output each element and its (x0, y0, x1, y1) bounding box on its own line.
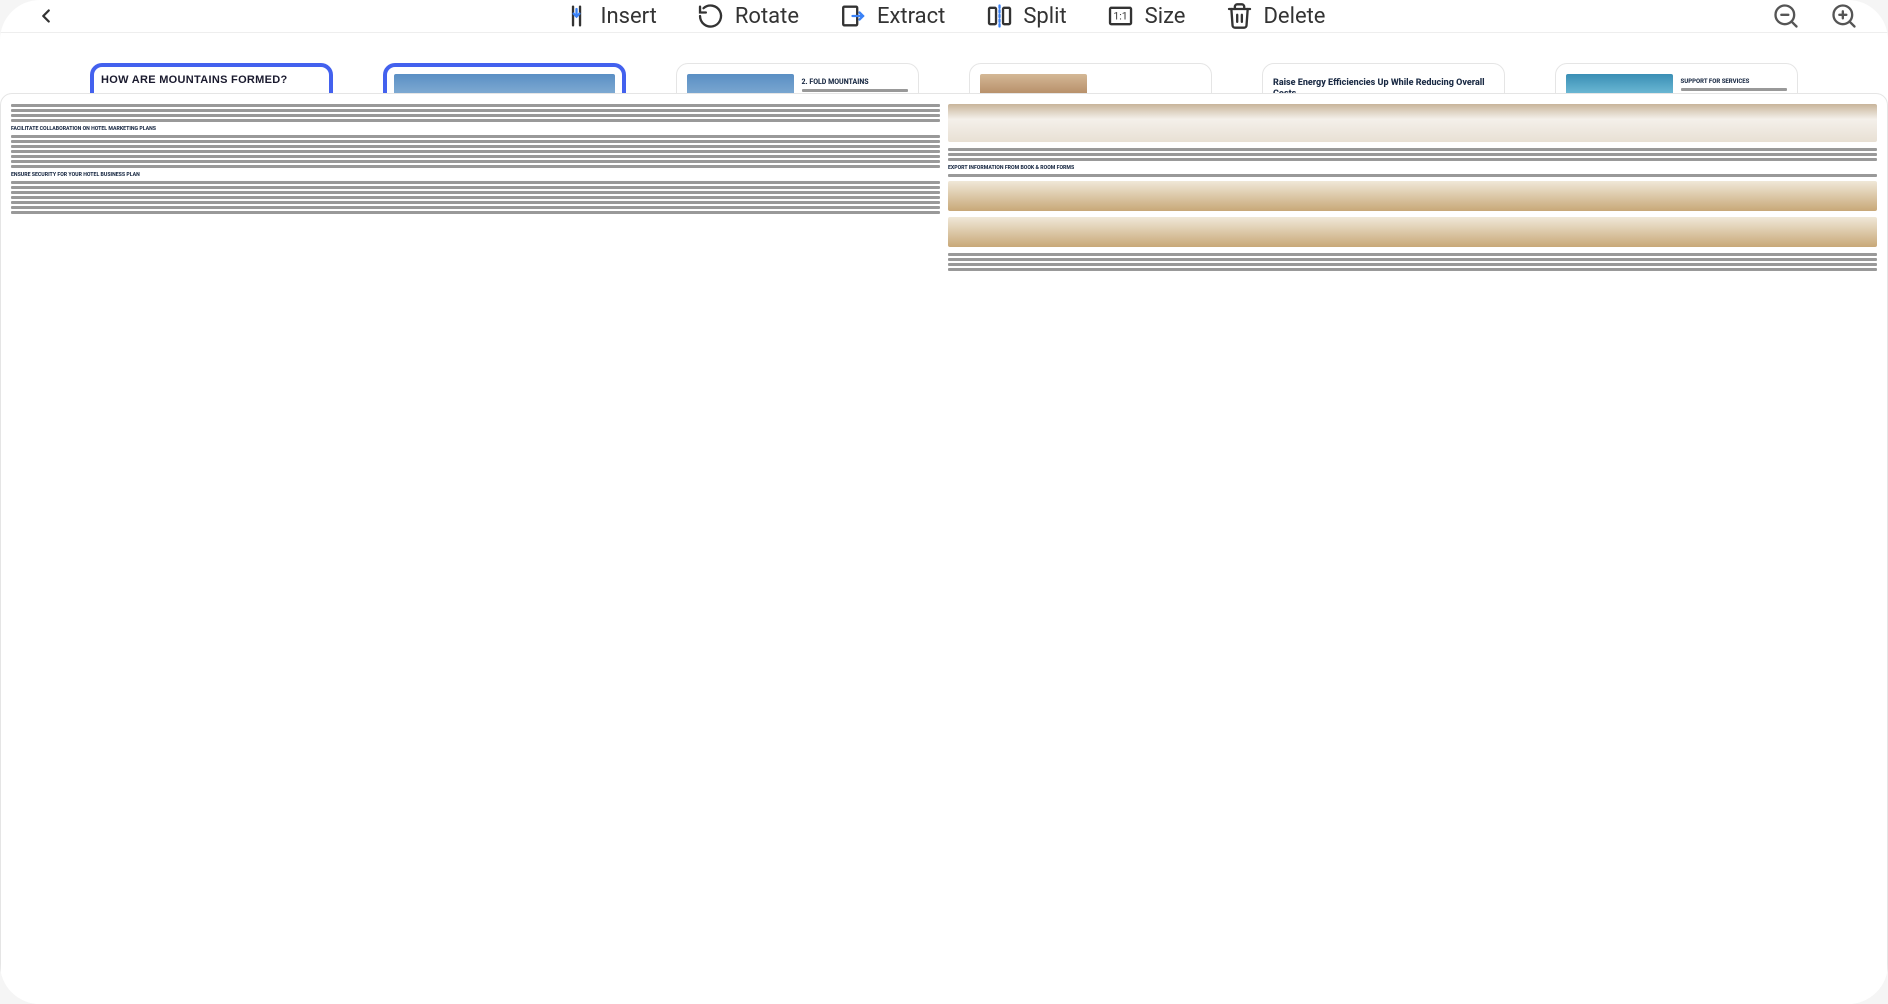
page-thumbnail-1[interactable]: HOW ARE MOUNTAINS FORMED? (90, 63, 333, 93)
page-cell: 2. FOLD MOUNTAINS 3. BLOCK MOUNTAINS (676, 63, 919, 93)
thumb-image (1566, 74, 1673, 93)
thumb-image (948, 104, 1877, 142)
thumb-heading: ENSURE SECURITY FOR YOUR HOTEL BUSINESS … (11, 172, 940, 178)
rotate-button[interactable]: Rotate (697, 2, 799, 30)
page-thumbnail-4[interactable]: 4. UPLIFTED PASSIVE MARGINS 5. RESIDUAL … (969, 63, 1212, 93)
toolbar-actions: Insert Rotate Extract Split 1:1 Size Del… (563, 2, 1326, 30)
delete-label: Delete (1263, 4, 1325, 29)
insert-label: Insert (601, 4, 657, 29)
pdf-page-manager: Insert Rotate Extract Split 1:1 Size Del… (0, 0, 1888, 1004)
size-button[interactable]: 1:1 Size (1107, 2, 1186, 30)
page-grid: HOW ARE MOUNTAINS FORMED? 1 TYPE OF M (0, 33, 1888, 93)
svg-text:1:1: 1:1 (1113, 10, 1127, 23)
page-cell: 4. UPLIFTED PASSIVE MARGINS 5. RESIDUAL … (969, 63, 1212, 93)
page-thumbnail-6[interactable]: SUPPORT FOR SERVICES CLEAR STATEMENTS RE… (1555, 63, 1798, 93)
back-button[interactable] (30, 0, 62, 32)
thumb-image (948, 217, 1877, 247)
split-button[interactable]: Split (985, 2, 1066, 30)
extract-icon (839, 2, 867, 30)
thumb-image (687, 74, 794, 93)
page-thumbnail-2[interactable]: TYPE OF MOUNTAINS AND HOW ARE THEY FORME… (383, 63, 626, 93)
thumb-heading: SUPPORT FOR SERVICES (1681, 78, 1788, 85)
page-cell: SUPPORT FOR SERVICES CLEAR STATEMENTS RE… (1555, 63, 1798, 93)
rotate-icon (697, 2, 725, 30)
rotate-label: Rotate (735, 4, 799, 29)
zoom-controls (1772, 2, 1858, 30)
thumb-title: HOW ARE MOUNTAINS FORMED? (101, 74, 322, 87)
zoom-out-button[interactable] (1772, 2, 1800, 30)
trash-icon (1225, 2, 1253, 30)
zoom-out-icon (1772, 2, 1800, 30)
chevron-left-icon (35, 5, 57, 27)
page-thumbnail-5[interactable]: Raise Energy Efficiencies Up While Reduc… (1262, 63, 1505, 93)
insert-icon (563, 2, 591, 30)
thumb-heading: FACILITATE COLLABORATION ON HOTEL MARKET… (11, 126, 940, 132)
insert-button[interactable]: Insert (563, 2, 657, 30)
extract-button[interactable]: Extract (839, 2, 945, 30)
zoom-in-button[interactable] (1830, 2, 1858, 30)
size-icon: 1:1 (1107, 2, 1135, 30)
delete-button[interactable]: Delete (1225, 2, 1325, 30)
thumb-image (394, 74, 615, 93)
thumb-heading: 2. FOLD MOUNTAINS (802, 78, 909, 86)
extract-label: Extract (877, 4, 945, 29)
page-cell: HOW ARE MOUNTAINS FORMED? 1 (90, 63, 333, 93)
thumb-image (948, 181, 1877, 211)
page-thumbnail-3[interactable]: 2. FOLD MOUNTAINS 3. BLOCK MOUNTAINS (676, 63, 919, 93)
zoom-in-icon (1830, 2, 1858, 30)
size-label: Size (1145, 4, 1186, 29)
split-icon (985, 2, 1013, 30)
thumb-heading: EXPORT INFORMATION FROM BOOK & ROOM FORM… (948, 165, 1877, 171)
page-thumbnail-12[interactable]: FACILITATE COLLABORATION ON HOTEL MARKET… (0, 93, 1888, 1004)
page-cell: Raise Energy Efficiencies Up While Reduc… (1262, 63, 1505, 93)
split-label: Split (1023, 4, 1066, 29)
page-cell: TYPE OF MOUNTAINS AND HOW ARE THEY FORME… (383, 63, 626, 93)
toolbar: Insert Rotate Extract Split 1:1 Size Del… (0, 0, 1888, 33)
thumb-title: Raise Energy Efficiencies Up While Reduc… (1273, 78, 1494, 93)
page-cell: FACILITATE COLLABORATION ON HOTEL MARKET… (0, 93, 1888, 1004)
thumb-image (980, 74, 1087, 93)
